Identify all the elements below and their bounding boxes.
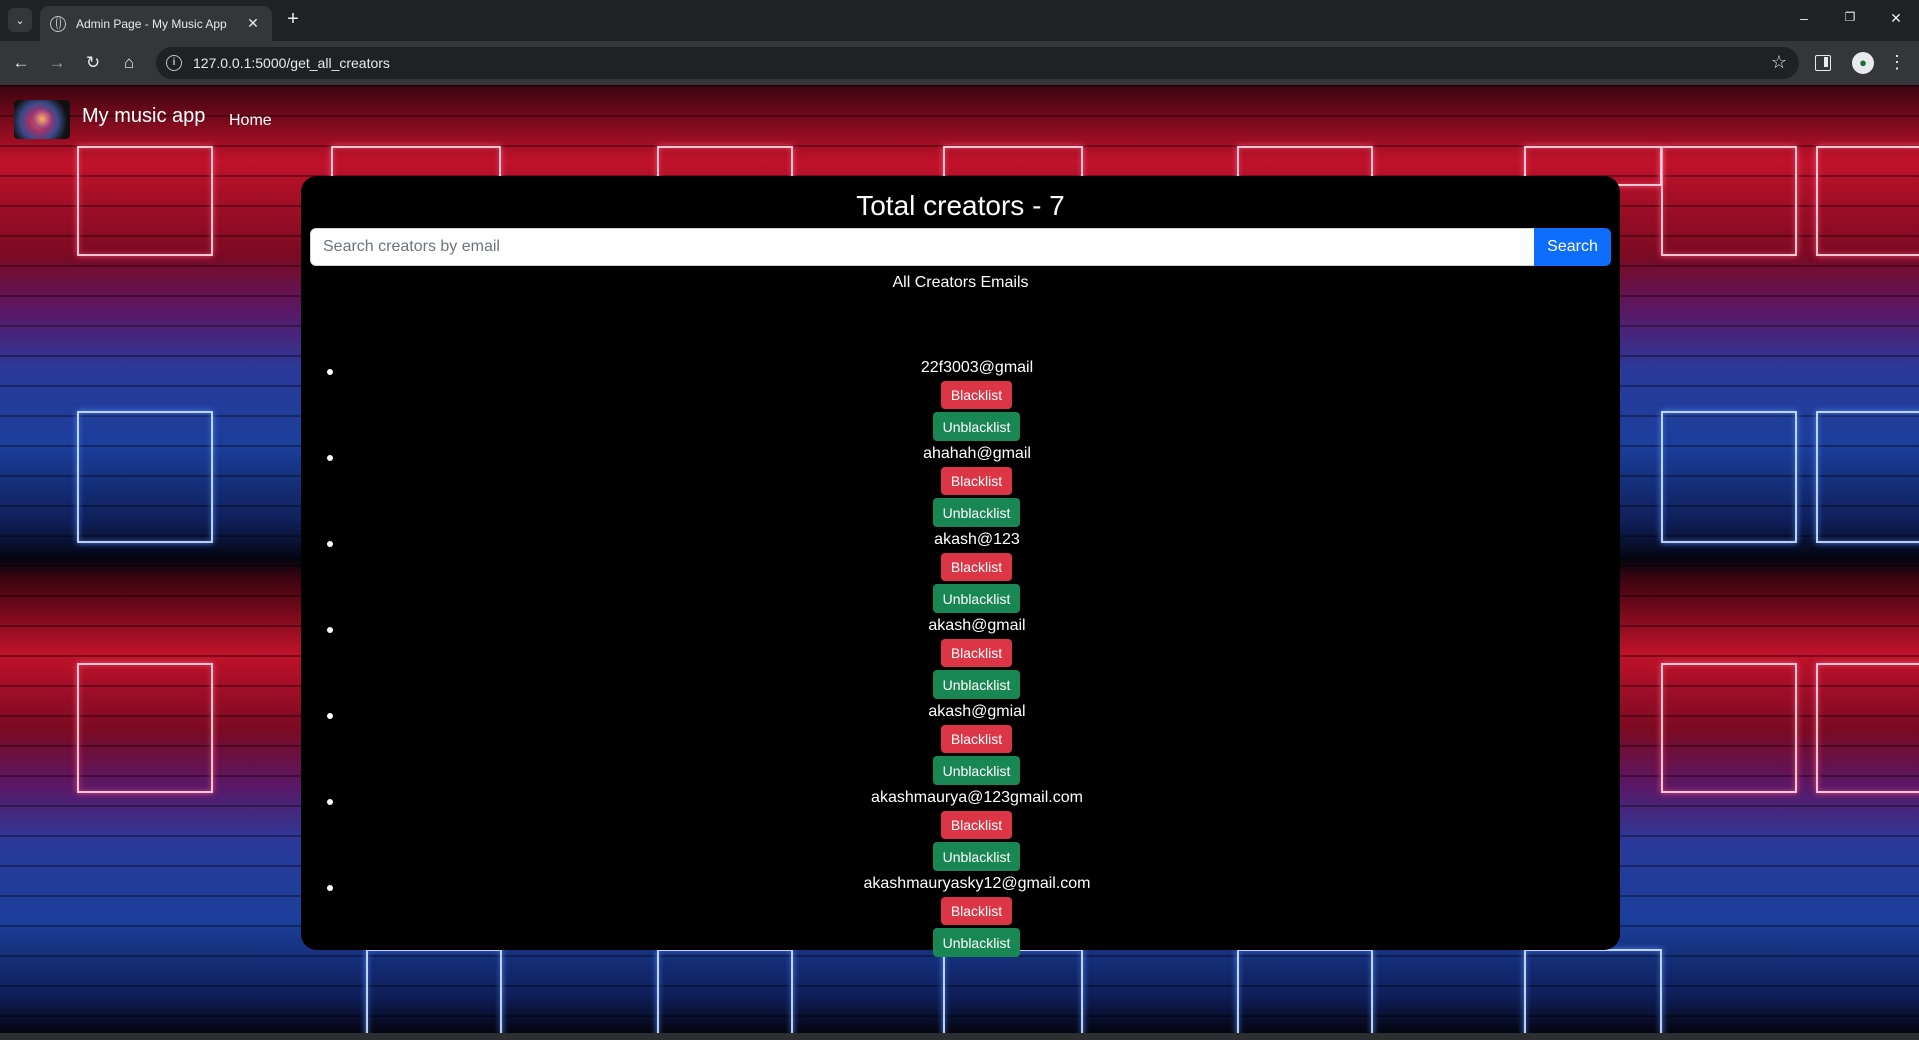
address-bar[interactable]: i 127.0.0.1:5000/get_all_creators ☆ — [156, 47, 1799, 79]
list-item: akash@gmial Blacklist Unblacklist — [301, 703, 1620, 789]
side-panel-icon[interactable] — [1815, 55, 1831, 71]
globe-icon — [50, 15, 66, 32]
neon-decoration — [1816, 411, 1919, 543]
blacklist-button[interactable]: Blacklist — [941, 725, 1012, 753]
neon-decoration — [1816, 146, 1919, 256]
star-icon[interactable]: ☆ — [1771, 52, 1787, 73]
creator-email: akash@123 — [934, 531, 1020, 548]
unblacklist-button[interactable]: Unblacklist — [933, 928, 1020, 957]
info-icon[interactable]: i — [166, 55, 182, 71]
creator-email: akashmauryasky12@gmail.com — [863, 875, 1091, 892]
creator-email: akash@gmail — [928, 617, 1026, 634]
unblacklist-button[interactable]: Unblacklist — [933, 584, 1020, 613]
blacklist-button[interactable]: Blacklist — [941, 467, 1012, 495]
nav-home-link[interactable]: Home — [229, 112, 272, 130]
arrow-right-icon[interactable]: → — [46, 52, 68, 74]
neon-decoration — [1524, 949, 1662, 1033]
tab-title: Admin Page - My Music App — [76, 16, 227, 31]
neon-decoration — [657, 949, 793, 1033]
blacklist-button[interactable]: Blacklist — [941, 811, 1012, 839]
blacklist-button[interactable]: Blacklist — [941, 553, 1012, 581]
list-item: akash@123 Blacklist Unblacklist — [301, 531, 1620, 617]
brand-logo[interactable] — [14, 100, 70, 139]
blacklist-button[interactable]: Blacklist — [941, 897, 1012, 925]
plus-icon[interactable]: + — [282, 9, 304, 29]
browser-tab-active[interactable]: Admin Page - My Music App ✕ — [40, 6, 272, 41]
neon-decoration — [1816, 663, 1919, 793]
window-close-icon[interactable]: ✕ — [1886, 10, 1906, 27]
neon-decoration — [366, 949, 502, 1033]
search-button[interactable]: Search — [1534, 228, 1611, 266]
unblacklist-button[interactable]: Unblacklist — [933, 670, 1020, 699]
creator-email: akashmaurya@123gmail.com — [871, 789, 1083, 806]
close-icon[interactable]: ✕ — [244, 15, 262, 32]
browser-tabstrip: ⌄ Admin Page - My Music App ✕ + – ❐ ✕ — [0, 0, 1919, 41]
neon-decoration — [1661, 663, 1797, 793]
list-item: akashmauryasky12@gmail.com Blacklist Unb… — [301, 875, 1620, 961]
reload-icon[interactable]: ↻ — [82, 52, 104, 74]
creator-email: akash@gmial — [928, 703, 1026, 720]
list-item: ahahah@gmail Blacklist Unblacklist — [301, 445, 1620, 531]
neon-decoration — [943, 949, 1083, 1033]
blacklist-button[interactable]: Blacklist — [941, 381, 1012, 409]
unblacklist-button[interactable]: Unblacklist — [933, 412, 1020, 441]
creators-card: Total creators - 7 Search All Creators E… — [301, 176, 1620, 957]
url-text: 127.0.0.1:5000/get_all_creators — [193, 55, 390, 71]
creator-email: ahahah@gmail — [923, 445, 1031, 462]
neon-decoration — [77, 146, 213, 256]
unblacklist-button[interactable]: Unblacklist — [933, 756, 1020, 785]
search-input[interactable] — [310, 228, 1535, 266]
chevron-down-icon[interactable]: ⌄ — [8, 8, 32, 32]
creator-email: 22f3003@gmail — [920, 359, 1034, 376]
unblacklist-button[interactable]: Unblacklist — [933, 498, 1020, 527]
blacklist-button[interactable]: Blacklist — [941, 639, 1012, 667]
page-viewport: My music app Home Total creators - 7 Sea… — [0, 85, 1919, 1033]
creator-list: 22f3003@gmail Blacklist Unblacklist ahah… — [301, 323, 1620, 957]
list-item: akash@gmail Blacklist Unblacklist — [301, 617, 1620, 703]
browser-toolbar: ← → ↻ ⌂ i 127.0.0.1:5000/get_all_creator… — [0, 41, 1919, 85]
profile-avatar[interactable]: ● — [1852, 52, 1874, 74]
restore-icon[interactable]: ❐ — [1840, 10, 1860, 24]
list-heading: All Creators Emails — [892, 274, 1029, 291]
neon-decoration — [1237, 949, 1373, 1033]
home-icon[interactable]: ⌂ — [118, 52, 140, 74]
brand-name[interactable]: My music app — [82, 105, 205, 128]
minimize-icon[interactable]: – — [1794, 10, 1814, 26]
arrow-left-icon[interactable]: ← — [10, 52, 32, 74]
neon-decoration — [77, 411, 213, 543]
neon-decoration — [1661, 146, 1797, 256]
neon-decoration — [1661, 411, 1797, 543]
list-item: 22f3003@gmail Blacklist Unblacklist — [301, 359, 1620, 445]
kebab-menu-icon[interactable]: ⋮ — [1888, 51, 1906, 73]
list-item: akashmaurya@123gmail.com Blacklist Unbla… — [301, 789, 1620, 875]
neon-decoration — [77, 663, 213, 793]
page-title: Total creators - 7 — [856, 190, 1065, 221]
bottom-strip — [0, 1033, 1919, 1040]
unblacklist-button[interactable]: Unblacklist — [933, 842, 1020, 871]
